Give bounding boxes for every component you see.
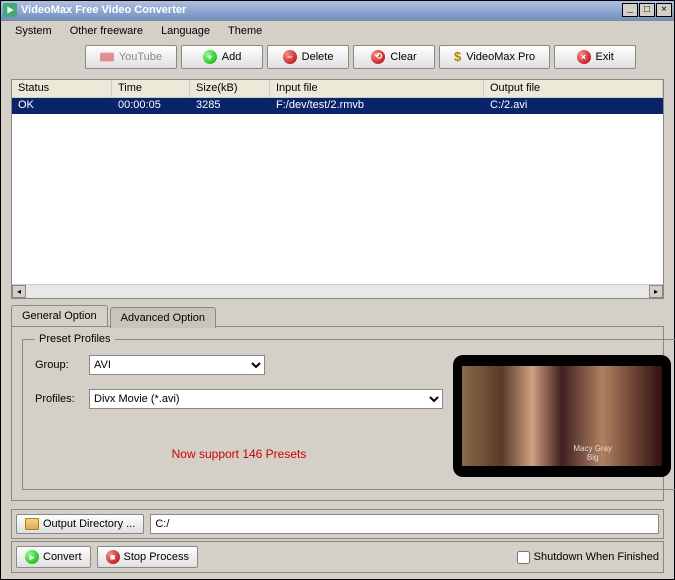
preset-support-text: Now support 146 Presets (35, 447, 443, 461)
group-select[interactable]: AVI (89, 355, 265, 375)
table-row[interactable]: OK 00:00:05 3285 F:/dev/test/2.rmvb C:/2… (12, 98, 663, 114)
exit-icon: × (577, 50, 591, 64)
clear-icon: ⟲ (371, 50, 385, 64)
convert-label: Convert (43, 551, 82, 563)
stop-button[interactable]: ■ Stop Process (97, 546, 198, 568)
convert-button[interactable]: ▸ Convert (16, 546, 91, 568)
preset-profiles-group: Preset Profiles Group: AVI Profiles: Div… (22, 333, 675, 490)
videomax-pro-button[interactable]: $ VideoMax Pro (439, 45, 550, 69)
tab-general[interactable]: General Option (11, 305, 108, 326)
tab-strip: General Option Advanced Option (11, 305, 664, 326)
add-button[interactable]: + Add (181, 45, 263, 69)
group-label: Group: (35, 359, 87, 371)
youtube-button[interactable]: YouTube (85, 45, 177, 69)
group-row: Group: AVI (35, 355, 443, 375)
profiles-select[interactable]: Divx Movie (*.avi) (89, 389, 443, 409)
cell-input: F:/dev/test/2.rmvb (270, 98, 484, 114)
exit-button[interactable]: × Exit (554, 45, 636, 69)
cell-output: C:/2.avi (484, 98, 663, 114)
cell-time: 00:00:05 (112, 98, 190, 114)
minimize-button[interactable]: _ (622, 3, 638, 17)
col-status[interactable]: Status (12, 80, 112, 97)
delete-button[interactable]: − Delete (267, 45, 349, 69)
list-body[interactable]: OK 00:00:05 3285 F:/dev/test/2.rmvb C:/2… (12, 98, 663, 298)
shutdown-checkbox[interactable] (517, 551, 530, 564)
exit-label: Exit (596, 51, 614, 63)
app-window: VideoMax Free Video Converter _ □ × Syst… (0, 0, 675, 580)
titlebar: VideoMax Free Video Converter _ □ × (1, 1, 674, 21)
convert-icon: ▸ (25, 550, 39, 564)
col-input[interactable]: Input file (270, 80, 484, 97)
menu-system[interactable]: System (7, 23, 60, 39)
preset-controls: Group: AVI Profiles: Divx Movie (*.avi) … (35, 355, 443, 461)
col-time[interactable]: Time (112, 80, 190, 97)
menubar: System Other freeware Language Theme (1, 21, 674, 41)
menu-theme[interactable]: Theme (220, 23, 270, 39)
list-header: Status Time Size(kB) Input file Output f… (12, 80, 663, 98)
cell-size: 3285 (190, 98, 270, 114)
folder-icon (25, 518, 39, 530)
shutdown-label: Shutdown When Finished (534, 551, 659, 563)
youtube-icon (100, 50, 114, 64)
delete-icon: − (283, 50, 297, 64)
horizontal-scrollbar[interactable]: ◂ ▸ (12, 284, 663, 298)
profiles-row: Profiles: Divx Movie (*.avi) (35, 389, 443, 409)
youtube-label: YouTube (119, 51, 162, 63)
add-icon: + (203, 50, 217, 64)
output-directory-button[interactable]: Output Directory ... (16, 514, 144, 534)
toolbar: YouTube + Add − Delete ⟲ Clear $ VideoMa… (1, 41, 674, 73)
tab-content: Preset Profiles Group: AVI Profiles: Div… (11, 326, 664, 501)
stop-label: Stop Process (124, 551, 189, 563)
output-directory-label: Output Directory ... (43, 518, 135, 530)
preset-legend: Preset Profiles (35, 333, 115, 345)
menu-language[interactable]: Language (153, 23, 218, 39)
close-button[interactable]: × (656, 3, 672, 17)
scroll-track[interactable] (26, 285, 649, 298)
col-output[interactable]: Output file (484, 80, 663, 97)
window-title: VideoMax Free Video Converter (21, 4, 622, 16)
preview-content (462, 366, 662, 466)
dollar-icon: $ (454, 49, 461, 64)
maximize-button[interactable]: □ (639, 3, 655, 17)
delete-label: Delete (302, 51, 334, 63)
tab-advanced[interactable]: Advanced Option (110, 307, 216, 328)
stop-icon: ■ (106, 550, 120, 564)
clear-button[interactable]: ⟲ Clear (353, 45, 435, 69)
action-panel: ▸ Convert ■ Stop Process Shutdown When F… (11, 541, 664, 573)
file-list: Status Time Size(kB) Input file Output f… (11, 79, 664, 299)
scroll-right-icon[interactable]: ▸ (649, 285, 663, 298)
output-panel: Output Directory ... (11, 509, 664, 539)
clear-label: Clear (390, 51, 416, 63)
window-controls: _ □ × (622, 3, 672, 17)
device-preview-image (453, 355, 671, 477)
cell-status: OK (12, 98, 112, 114)
options-tabs: General Option Advanced Option Preset Pr… (11, 305, 664, 501)
scroll-left-icon[interactable]: ◂ (12, 285, 26, 298)
col-size[interactable]: Size(kB) (190, 80, 270, 97)
app-icon (3, 3, 17, 17)
profiles-label: Profiles: (35, 393, 87, 405)
add-label: Add (222, 51, 242, 63)
output-path-input[interactable] (150, 514, 659, 534)
shutdown-checkbox-wrap[interactable]: Shutdown When Finished (517, 551, 659, 564)
menu-other-freeware[interactable]: Other freeware (62, 23, 151, 39)
pro-label: VideoMax Pro (466, 51, 535, 63)
